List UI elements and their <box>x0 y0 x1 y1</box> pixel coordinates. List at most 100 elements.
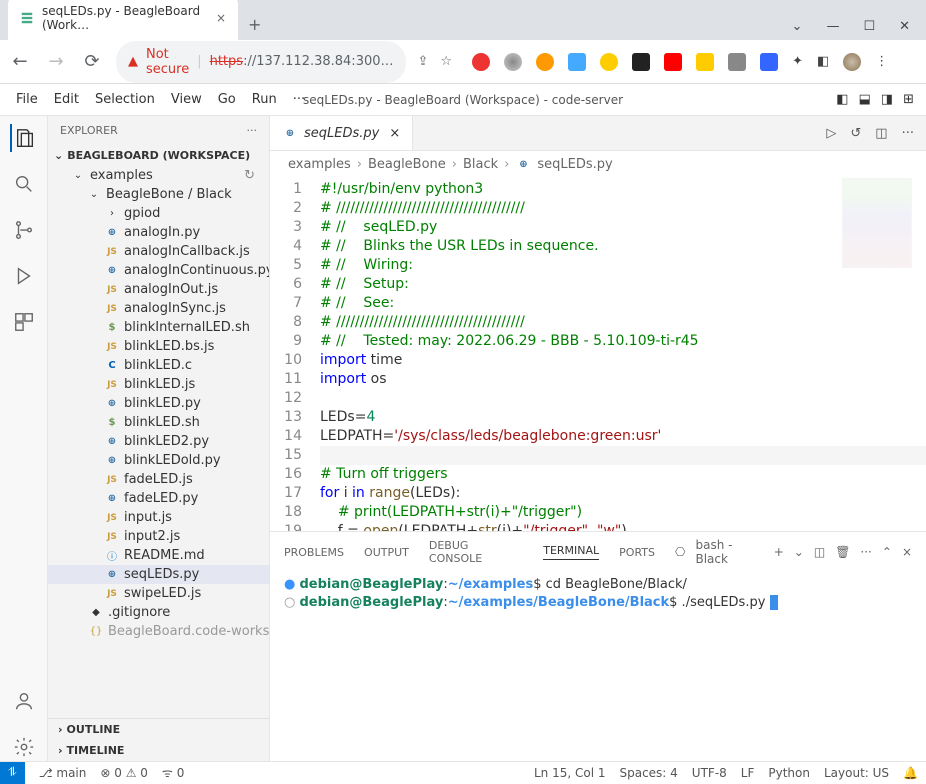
menu-view[interactable]: View <box>163 88 210 111</box>
indentation[interactable]: Spaces: 4 <box>619 766 677 780</box>
menu-run[interactable]: Run <box>244 88 285 111</box>
file-.gitignore[interactable]: ◆.gitignore <box>48 603 269 622</box>
breadcrumb-item[interactable]: seqLEDs.py <box>537 157 612 172</box>
new-terminal-icon[interactable]: + <box>774 545 784 559</box>
ext-icon[interactable] <box>760 53 778 71</box>
file-fadeLED.py[interactable]: ⊕fadeLED.py <box>48 489 269 508</box>
shell-label[interactable]: bash - Black <box>695 538 763 566</box>
ext-icon[interactable] <box>472 53 490 71</box>
minimize-icon[interactable]: — <box>826 19 839 34</box>
folder-beaglebone-black[interactable]: ⌄ BeagleBone / Black <box>48 185 269 204</box>
file-swipeLED.js[interactable]: JSswipeLED.js <box>48 584 269 603</box>
file-analogInCallback.js[interactable]: JSanalogInCallback.js <box>48 242 269 261</box>
panel-tab-debug console[interactable]: DEBUG CONSOLE <box>429 539 523 565</box>
reload-button[interactable]: ⟳ <box>80 51 104 72</box>
timeline-section[interactable]: ›TIMELINE <box>48 740 269 761</box>
editor-tab[interactable]: ⊕ seqLEDs.py × <box>270 116 413 150</box>
language-mode[interactable]: Python <box>768 766 810 780</box>
workspace-header[interactable]: ⌄ BEAGLEBOARD (WORKSPACE) <box>48 145 269 166</box>
ext-icon[interactable] <box>536 53 554 71</box>
history-icon[interactable]: ↺ <box>850 126 861 141</box>
panel-tab-output[interactable]: OUTPUT <box>364 546 409 559</box>
chevron-down-icon[interactable]: ⌄ <box>792 19 803 34</box>
file-seqLEDs.py[interactable]: ⊕seqLEDs.py <box>48 565 269 584</box>
panel-tab-ports[interactable]: PORTS <box>619 546 655 559</box>
share-icon[interactable]: ⇪ <box>418 54 429 69</box>
address-bar[interactable]: ▲ Not secure | https://137.112.38.84:300… <box>116 41 406 83</box>
breadcrumb-item[interactable]: Black <box>463 157 498 172</box>
file-blinkLED.js[interactable]: JSblinkLED.js <box>48 375 269 394</box>
file-blinkInternalLED.sh[interactable]: $blinkInternalLED.sh <box>48 318 269 337</box>
breadcrumb[interactable]: examples›BeagleBone›Black›⊕seqLEDs.py <box>270 151 926 178</box>
extensions-puzzle-icon[interactable]: ✦ <box>792 54 803 69</box>
tab-close-icon[interactable]: × <box>389 126 400 141</box>
menu-dots-icon[interactable]: ⋮ <box>875 54 888 69</box>
browser-tab[interactable]: seqLEDs.py - BeagleBoard (Work… × <box>8 0 238 40</box>
file-input.js[interactable]: JSinput.js <box>48 508 269 527</box>
new-tab-button[interactable]: + <box>238 9 271 40</box>
run-file-icon[interactable]: ▷ <box>826 126 836 141</box>
close-icon[interactable]: ✕ <box>899 19 910 34</box>
file-analogInContinuous.py[interactable]: ⊕analogInContinuous.py <box>48 261 269 280</box>
breadcrumb-item[interactable]: BeagleBone <box>368 157 446 172</box>
file-blinkLEDold.py[interactable]: ⊕blinkLEDold.py <box>48 451 269 470</box>
ext-icon[interactable] <box>632 53 650 71</box>
search-icon[interactable] <box>10 170 38 198</box>
ext-icon[interactable] <box>664 53 682 71</box>
eol[interactable]: LF <box>741 766 755 780</box>
cursor-position[interactable]: Ln 15, Col 1 <box>534 766 606 780</box>
layout-bottom-icon[interactable]: ⬓ <box>859 92 871 107</box>
file-analogIn.py[interactable]: ⊕analogIn.py <box>48 223 269 242</box>
more-icon[interactable]: ··· <box>860 545 871 559</box>
ext-icon[interactable] <box>504 53 522 71</box>
ext-icon[interactable] <box>568 53 586 71</box>
chevron-down-icon[interactable]: ⌄ <box>794 545 804 559</box>
ext-icon[interactable] <box>728 53 746 71</box>
file-README.md[interactable]: ⓘREADME.md <box>48 546 269 565</box>
problems-indicator[interactable]: ⊗ 0 ⚠ 0 <box>100 766 148 780</box>
forward-button[interactable]: → <box>44 51 68 72</box>
folder-examples[interactable]: ⌄ examples ↻ <box>48 166 269 185</box>
layout-left-icon[interactable]: ◧ <box>836 92 848 107</box>
breadcrumb-item[interactable]: examples <box>288 157 351 172</box>
panel-tab-problems[interactable]: PROBLEMS <box>284 546 344 559</box>
split-editor-icon[interactable]: ◫ <box>875 126 887 141</box>
avatar[interactable] <box>843 53 861 71</box>
maximize-icon[interactable]: ☐ <box>863 19 875 34</box>
menu-file[interactable]: File <box>8 88 46 111</box>
source-control-icon[interactable] <box>10 216 38 244</box>
maximize-panel-icon[interactable]: ⌃ <box>882 545 892 559</box>
code-editor[interactable]: 12345678910111213141516171819 #!/usr/bin… <box>270 178 926 531</box>
file-BeagleBoard.code-workspace[interactable]: {}BeagleBoard.code-workspace <box>48 622 269 641</box>
encoding[interactable]: UTF-8 <box>692 766 727 780</box>
menu-go[interactable]: Go <box>210 88 244 111</box>
tab-close-icon[interactable]: × <box>216 11 226 25</box>
file-blinkLED.bs.js[interactable]: JSblinkLED.bs.js <box>48 337 269 356</box>
file-input2.js[interactable]: JSinput2.js <box>48 527 269 546</box>
bell-icon[interactable]: 🔔 <box>903 766 918 780</box>
outline-section[interactable]: ›OUTLINE <box>48 719 269 740</box>
branch-indicator[interactable]: ⎇ main <box>39 766 87 780</box>
split-terminal-icon[interactable]: ◫ <box>814 545 825 559</box>
file-blinkLED.py[interactable]: ⊕blinkLED.py <box>48 394 269 413</box>
file-blinkLED.c[interactable]: CblinkLED.c <box>48 356 269 375</box>
file-blinkLED.sh[interactable]: $blinkLED.sh <box>48 413 269 432</box>
menu-selection[interactable]: Selection <box>87 88 163 111</box>
file-blinkLED2.py[interactable]: ⊕blinkLED2.py <box>48 432 269 451</box>
star-icon[interactable]: ☆ <box>440 54 452 69</box>
ext-icon[interactable] <box>696 53 714 71</box>
file-analogInSync.js[interactable]: JSanalogInSync.js <box>48 299 269 318</box>
close-panel-icon[interactable]: × <box>902 545 912 559</box>
port-indicator[interactable]: ᯤ 0 <box>162 764 184 781</box>
file-fadeLED.js[interactable]: JSfadeLED.js <box>48 470 269 489</box>
more-icon[interactable]: ··· <box>902 126 914 141</box>
ext-icon[interactable] <box>600 53 618 71</box>
keyboard-layout[interactable]: Layout: US <box>824 766 889 780</box>
minimap[interactable] <box>842 178 912 268</box>
gear-icon[interactable] <box>10 733 38 761</box>
file-analogInOut.js[interactable]: JSanalogInOut.js <box>48 280 269 299</box>
account-icon[interactable] <box>10 687 38 715</box>
panel-tab-terminal[interactable]: TERMINAL <box>543 544 599 560</box>
menu-edit[interactable]: Edit <box>46 88 87 111</box>
layout-right-icon[interactable]: ◨ <box>881 92 893 107</box>
